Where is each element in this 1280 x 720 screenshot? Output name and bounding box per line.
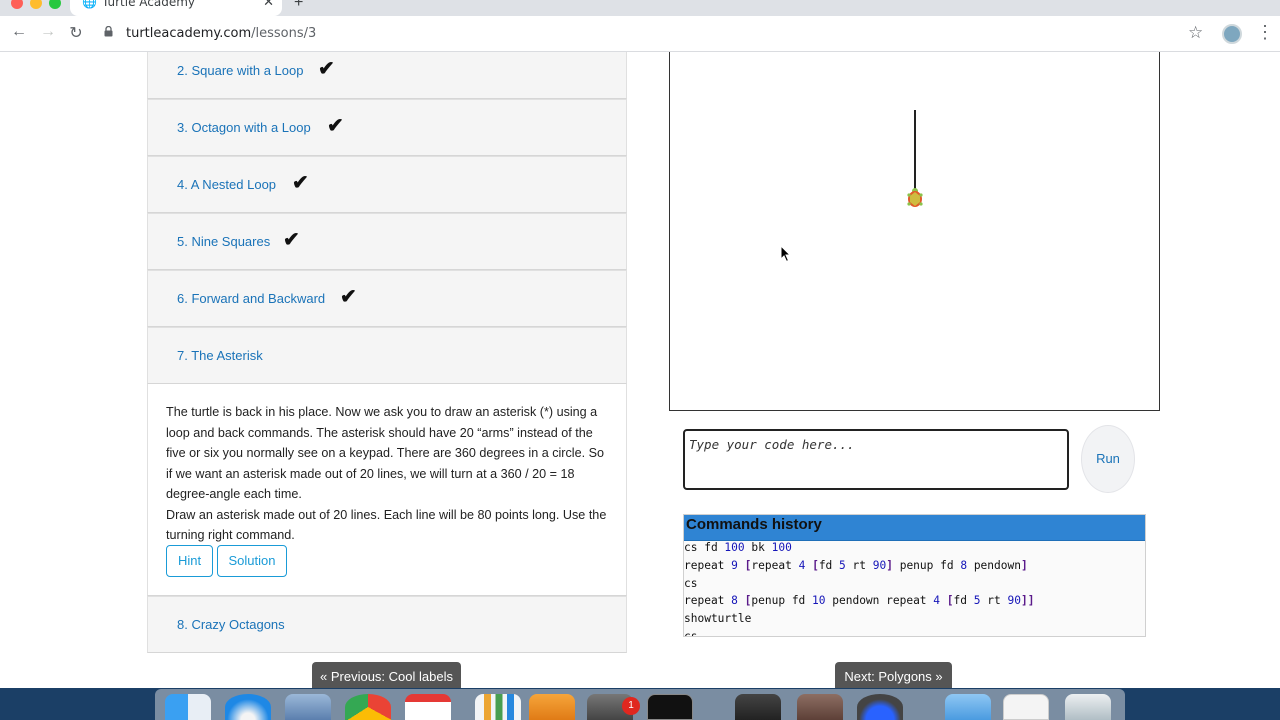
back-icon[interactable]: ← (9, 23, 29, 41)
mouse-pointer-icon (780, 245, 792, 263)
lesson-paragraph: The turtle is back in his place. Now we … (166, 405, 604, 501)
history-number: 8 (960, 558, 968, 572)
notification-badge: 1 (622, 697, 640, 715)
lesson-description: The turtle is back in his place. Now we … (166, 402, 611, 546)
run-button[interactable]: Run (1081, 425, 1135, 493)
macos-dock (155, 689, 1125, 720)
lesson-title[interactable]: 7. The Asterisk (177, 348, 263, 363)
lesson-accordion: 2. Square with a Loop ✔ 3. Octagon with … (147, 52, 627, 653)
drawn-line (914, 110, 916, 198)
check-icon: ✔ (340, 286, 357, 308)
mail-icon[interactable] (285, 694, 331, 720)
history-line[interactable]: showturtle (684, 612, 1145, 630)
check-icon: ✔ (283, 229, 300, 251)
lesson-title[interactable]: 5. Nine Squares (177, 234, 270, 249)
address-bar[interactable]: turtleacademy.com/lessons/3 ☆ (96, 20, 1216, 48)
lesson-item-active[interactable]: 7. The Asterisk (147, 327, 627, 384)
url-text[interactable]: turtleacademy.com/lessons/3 (126, 26, 316, 41)
calculator-icon[interactable] (797, 694, 843, 720)
chrome-icon[interactable] (345, 694, 391, 720)
lesson-item[interactable]: 4. A Nested Loop ✔ (147, 156, 627, 213)
url-path: /lessons/3 (251, 26, 317, 41)
commands-history: Commands history cs fd 100 bk 100 repeat… (683, 514, 1146, 637)
lesson-title[interactable]: 4. A Nested Loop (177, 177, 276, 192)
history-number: 9 (731, 558, 738, 572)
numbers-icon[interactable] (475, 694, 521, 720)
history-number: 90 (872, 558, 887, 572)
star-icon[interactable]: ☆ (1188, 23, 1203, 43)
lesson-title[interactable]: 3. Octagon with a Loop (177, 120, 311, 135)
hint-button[interactable]: Hint (166, 545, 213, 577)
next-lesson-button[interactable]: Next: Polygons » (835, 662, 952, 688)
trash-icon[interactable] (1065, 694, 1111, 720)
minimize-window-icon[interactable] (30, 0, 42, 9)
extension-avatar-icon[interactable] (1222, 24, 1242, 44)
page-content: 2. Square with a Loop ✔ 3. Octagon with … (0, 52, 1280, 688)
close-tab-icon[interactable]: ✕ (263, 0, 274, 10)
history-number: 5 (839, 558, 846, 572)
screen-recorder-icon[interactable] (857, 694, 903, 720)
lesson-item[interactable]: 2. Square with a Loop ✔ (147, 52, 627, 99)
check-icon: ✔ (292, 172, 309, 194)
calendar-icon[interactable] (405, 694, 451, 720)
globe-icon: 🌐 (82, 0, 97, 9)
zoom-window-icon[interactable] (49, 0, 61, 9)
browser-toolbar: ← → ↻ turtleacademy.com/lessons/3 ☆ (0, 16, 1280, 52)
terminal-icon[interactable] (647, 694, 693, 720)
lesson-paragraph: Draw an asterisk made out of 20 lines. E… (166, 507, 607, 543)
lesson-item[interactable]: 8. Crazy Octagons (147, 596, 627, 653)
history-line[interactable]: repeat 9 [repeat 4 [fd 5 rt 90] penup fd… (684, 559, 1145, 577)
browser-menu-icon[interactable]: ⋮ (1256, 22, 1274, 43)
tab-title: Turtle Academy (102, 0, 196, 9)
reload-icon[interactable]: ↻ (66, 23, 86, 43)
history-title: Commands history (684, 515, 1145, 541)
solution-button[interactable]: Solution (217, 545, 287, 577)
history-number: 100 (771, 541, 792, 554)
lesson-title[interactable]: 2. Square with a Loop (177, 63, 303, 78)
finder-icon[interactable] (165, 694, 211, 720)
lock-icon (104, 25, 113, 40)
lesson-content: The turtle is back in his place. Now we … (147, 384, 627, 596)
lesson-item[interactable]: 3. Octagon with a Loop ✔ (147, 99, 627, 156)
history-line[interactable]: cs fd 100 bk 100 (684, 541, 1145, 559)
check-icon: ✔ (318, 58, 335, 80)
history-number: 100 (724, 541, 745, 554)
history-number: 8 (731, 594, 738, 608)
code-input[interactable] (683, 429, 1069, 490)
downloads-folder-icon[interactable] (945, 694, 991, 720)
sublime-text-icon[interactable] (735, 694, 781, 720)
url-host: turtleacademy.com (126, 26, 252, 41)
lesson-item[interactable]: 5. Nine Squares ✔ (147, 213, 627, 270)
history-line[interactable]: cs (684, 577, 1145, 595)
browser-tab[interactable]: 🌐 Turtle Academy ✕ (70, 0, 282, 16)
documents-stack-icon[interactable] (1003, 694, 1049, 720)
history-number: 90 (1007, 594, 1021, 608)
check-icon: ✔ (327, 115, 344, 137)
history-number: 4 (798, 558, 806, 572)
turtle-icon (907, 188, 923, 207)
previous-lesson-button[interactable]: « Previous: Cool labels (312, 662, 461, 688)
browser-tab-strip: 🌐 Turtle Academy ✕ + (0, 0, 1280, 16)
turtle-canvas[interactable] (669, 52, 1160, 411)
new-tab-icon[interactable]: + (294, 0, 303, 12)
history-number: 10 (812, 594, 826, 608)
close-window-icon[interactable] (11, 0, 23, 9)
history-line[interactable]: repeat 8 [penup fd 10 pendown repeat 4 [… (684, 594, 1145, 612)
forward-icon[interactable]: → (38, 23, 58, 41)
history-number: 4 (933, 594, 941, 608)
lesson-title[interactable]: 8. Crazy Octagons (177, 617, 285, 632)
pages-icon[interactable] (529, 694, 575, 720)
lesson-item[interactable]: 6. Forward and Backward ✔ (147, 270, 627, 327)
lesson-title[interactable]: 6. Forward and Backward (177, 291, 325, 306)
safari-icon[interactable] (225, 694, 271, 720)
history-number: 5 (973, 594, 981, 608)
history-line[interactable]: cs (684, 630, 1145, 636)
